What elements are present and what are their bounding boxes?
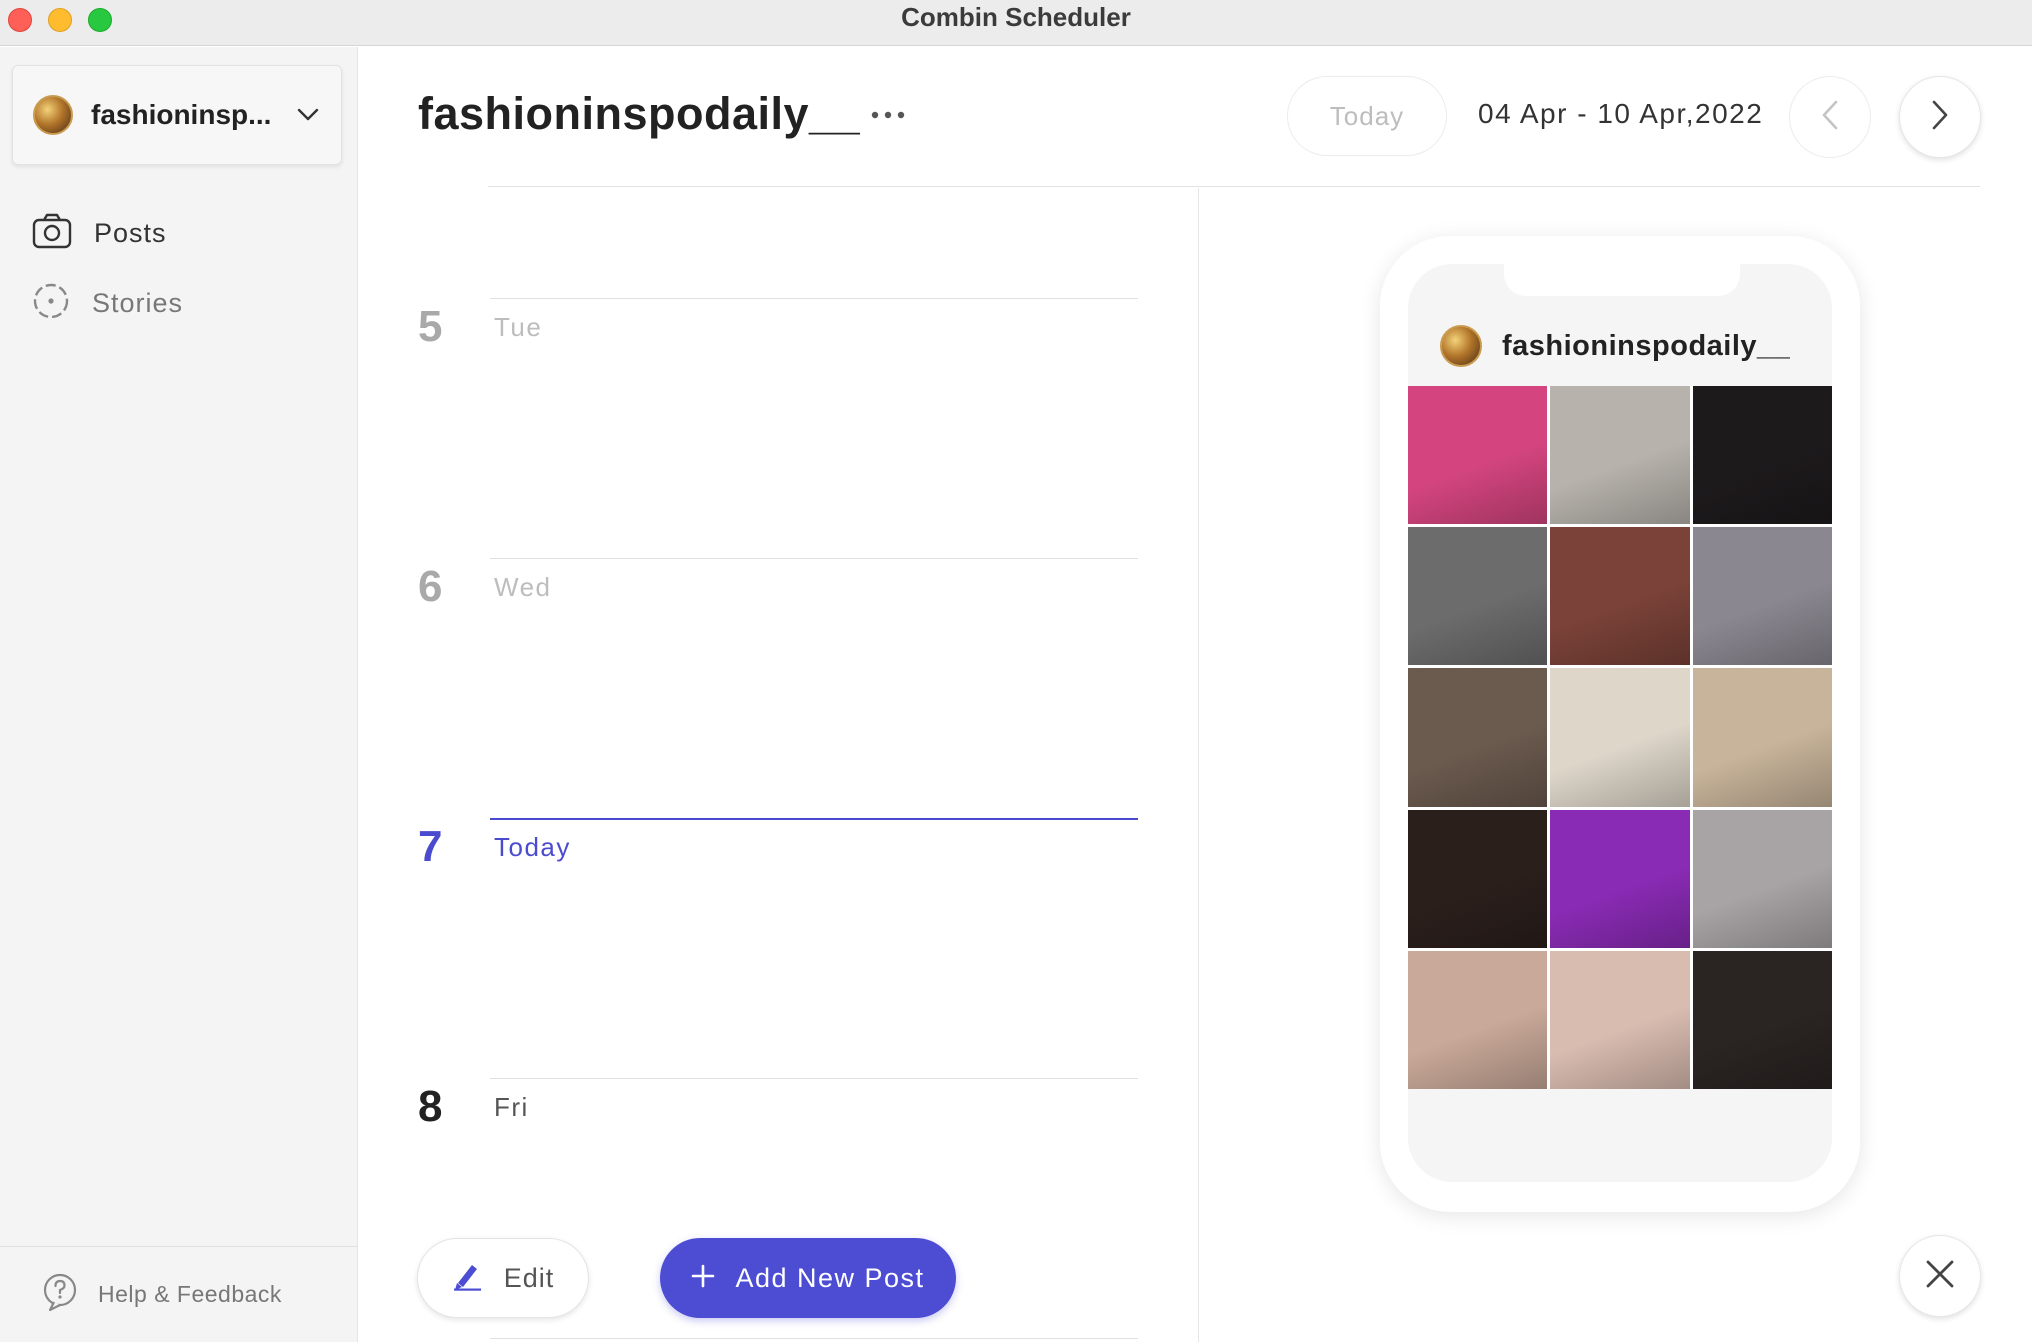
preview-post-thumbnail[interactable] [1408,386,1548,525]
account-selector[interactable]: fashioninsp... [12,65,342,165]
day-number: 7 [418,822,443,871]
sidebar-item-posts[interactable]: Posts [32,211,167,255]
day-number: 6 [418,562,443,611]
chevron-right-icon [1931,99,1949,136]
sidebar: fashioninsp... Posts Stories Help & Feed… [0,47,358,1342]
add-new-post-label: Add New Post [735,1262,925,1293]
day-number: 8 [418,1082,443,1131]
preview-post-thumbnail[interactable] [1408,950,1548,1089]
sidebar-item-stories[interactable]: Stories [32,281,183,325]
preview-post-thumbnail[interactable] [1692,668,1832,807]
account-avatar [33,95,73,135]
header-divider [488,186,1980,187]
pencil-icon [452,1261,482,1296]
preview-post-thumbnail[interactable] [1550,668,1690,807]
today-button[interactable]: Today [1287,76,1447,156]
preview-post-thumbnail[interactable] [1408,668,1548,807]
day-separator [490,298,1138,299]
preview-post-thumbnail[interactable] [1692,386,1832,525]
today-separator [490,818,1138,820]
day-name: Tue [494,312,543,342]
page-title: fashioninspodaily__ [418,88,861,139]
preview-avatar [1440,325,1482,367]
day-name: Wed [494,572,552,602]
preview-post-thumbnail[interactable] [1692,527,1832,666]
preview-post-thumbnail[interactable] [1408,527,1548,666]
help-icon [42,1272,78,1317]
preview-handle: fashioninspodaily__ [1502,329,1791,362]
preview-post-grid [1408,386,1832,1089]
camera-icon [32,213,72,254]
chevron-down-icon [295,102,321,128]
help-feedback-label: Help & Feedback [98,1281,282,1307]
day-name: Today [494,832,571,862]
phone-screen: fashioninspodaily__ [1408,264,1832,1182]
preview-post-thumbnail[interactable] [1550,527,1690,666]
stories-ring-icon [32,282,70,325]
preview-post-thumbnail[interactable] [1408,809,1548,948]
preview-post-thumbnail[interactable] [1550,950,1690,1089]
instagram-preview-phone: fashioninspodaily__ [1380,236,1860,1212]
close-preview-button[interactable] [1899,1235,1981,1317]
preview-post-thumbnail[interactable] [1550,386,1690,525]
next-week-button[interactable] [1899,76,1981,158]
help-feedback-link[interactable]: Help & Feedback [0,1246,358,1342]
account-name: fashioninsp... [91,99,272,130]
day-separator [490,1338,1138,1339]
more-options-button[interactable] [868,100,908,130]
phone-notch [1504,264,1740,296]
close-icon [1925,1259,1955,1294]
sidebar-item-label: Posts [94,217,167,248]
preview-post-thumbnail[interactable] [1692,950,1832,1089]
preview-post-thumbnail[interactable] [1550,809,1690,948]
title-bar: Combin Scheduler [0,0,2032,46]
preview-profile-header: fashioninspodaily__ [1440,318,1790,374]
edit-label: Edit [503,1262,555,1293]
day-number: 5 [418,302,443,351]
more-dots-icon [871,106,905,124]
preview-post-thumbnail[interactable] [1692,809,1832,948]
chevron-left-icon [1821,99,1839,136]
add-new-post-button[interactable]: Add New Post [660,1238,956,1318]
previous-week-button[interactable] [1789,76,1871,158]
day-name: Fri [494,1092,529,1122]
date-range: 04 Apr - 10 Apr,2022 [1478,98,1764,129]
edit-button[interactable]: Edit [417,1238,589,1318]
plus-icon [691,1264,715,1293]
sidebar-item-label: Stories [92,287,184,318]
panel-divider [1198,188,1199,1342]
window-title: Combin Scheduler [901,2,1131,32]
day-separator [490,558,1138,559]
day-separator [490,1078,1138,1079]
